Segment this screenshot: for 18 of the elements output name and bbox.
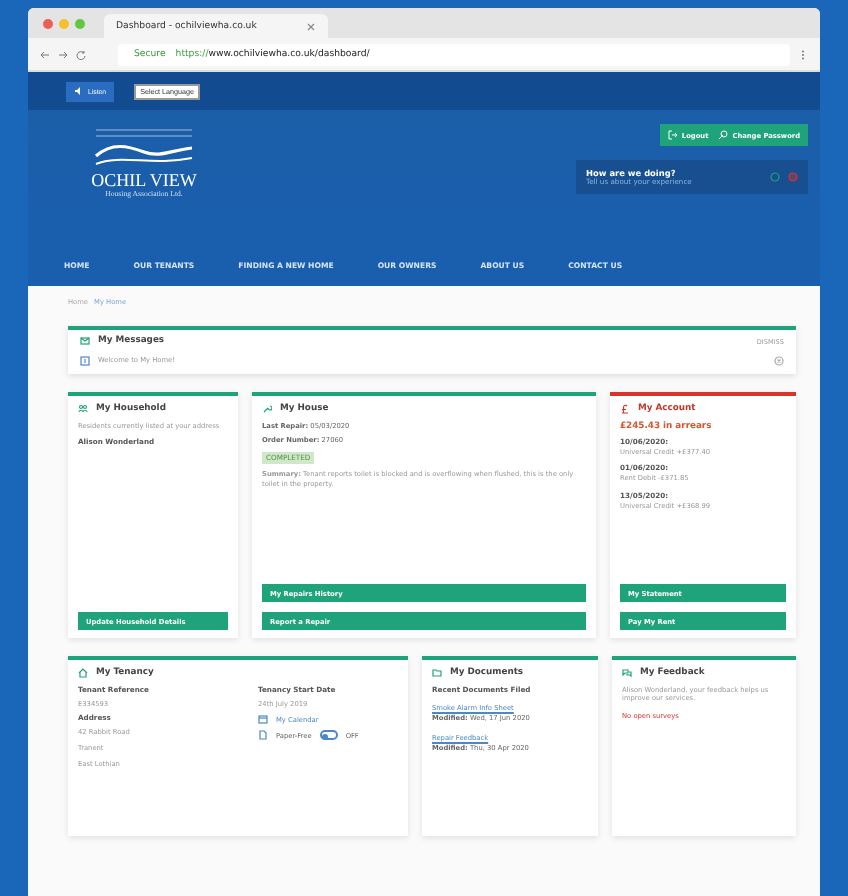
back-icon[interactable] [40,49,50,59]
forward-icon[interactable] [58,49,68,59]
calendar-icon [258,714,268,725]
pound-icon [620,404,630,414]
chat-bubbles-icon [622,668,632,678]
paper-free-toggle[interactable] [319,730,338,741]
document-icon [258,730,268,741]
info-icon [80,356,90,366]
house-icon [78,668,88,678]
people-icon [78,404,88,414]
folder-icon [432,668,442,678]
speaker-icon [74,86,84,96]
close-icon [774,356,784,366]
hills-logo-icon [92,126,196,170]
logout-icon [667,130,678,140]
close-icon[interactable] [306,21,316,31]
reload-icon[interactable] [76,49,86,59]
envelope-icon [80,336,90,346]
